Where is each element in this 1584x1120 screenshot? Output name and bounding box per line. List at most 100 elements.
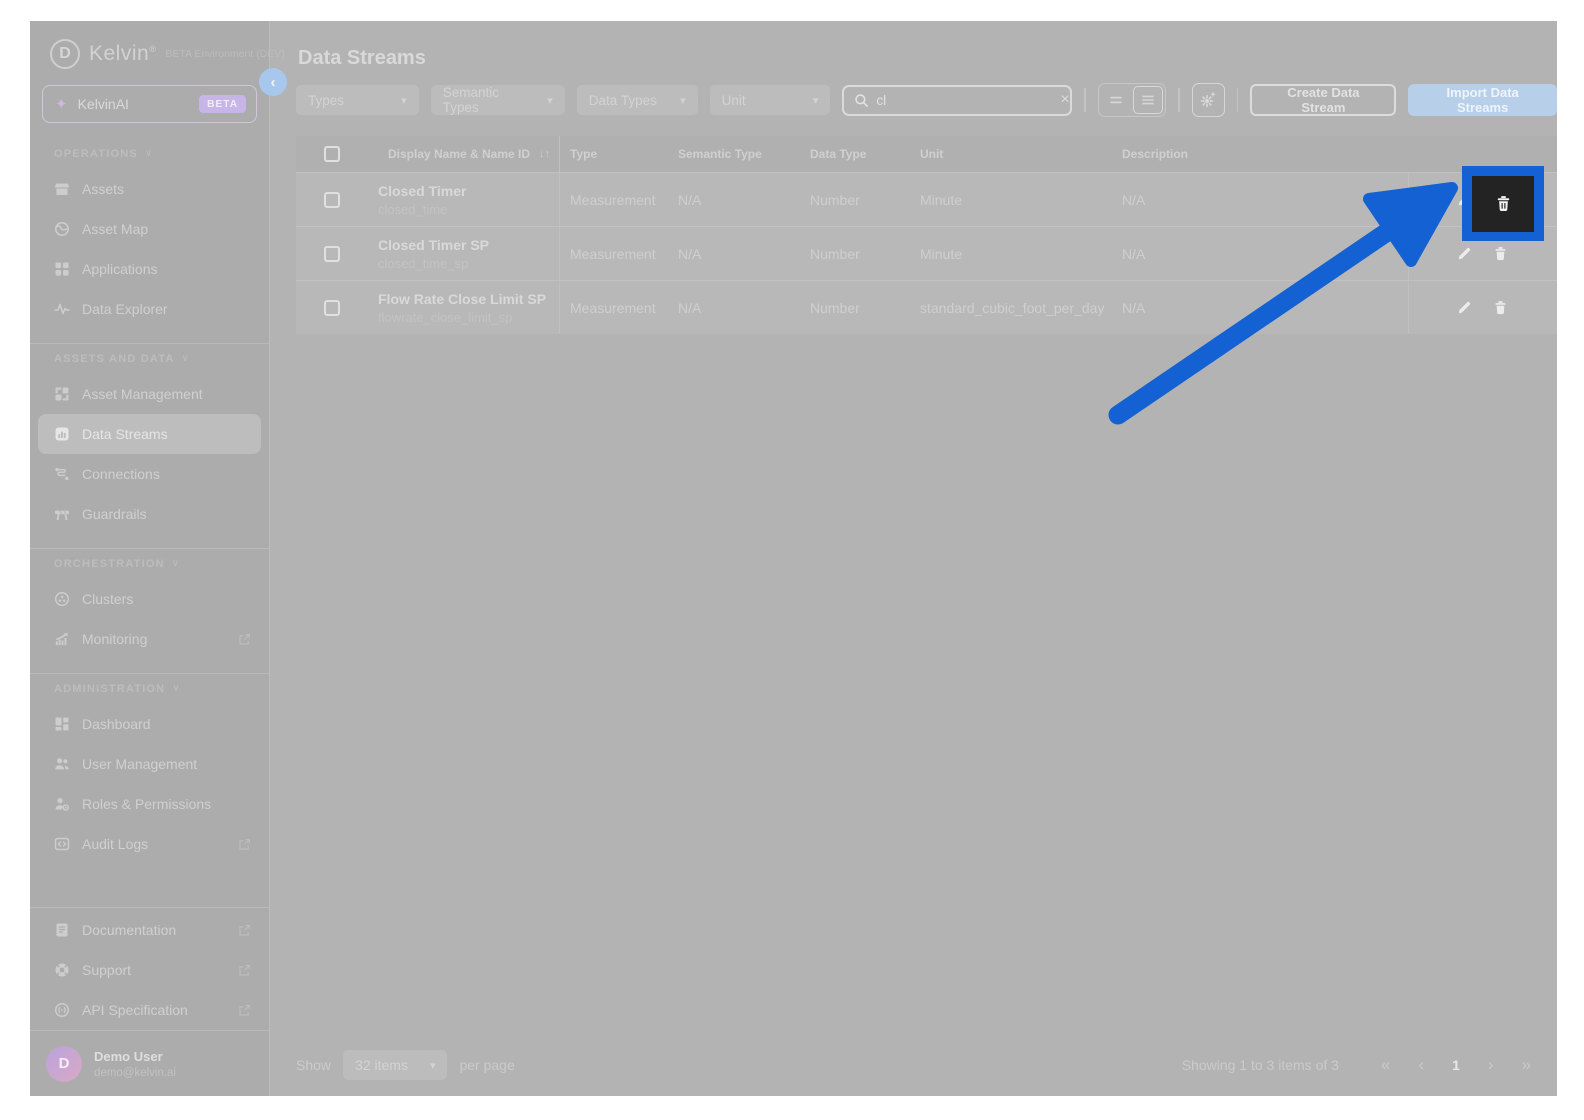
row-checkbox[interactable] (324, 246, 340, 262)
page-title: Data Streams (298, 47, 426, 70)
user-email: demo@kelvin.ai (94, 1067, 176, 1079)
chevron-down-icon: ∨ (172, 549, 181, 579)
globe-icon (54, 221, 70, 237)
external-link-icon (238, 633, 251, 646)
clear-search-icon[interactable]: × (1060, 91, 1069, 109)
filter-semantic-types[interactable]: Semantic Types▾ (431, 85, 565, 115)
sidebar-item-connections[interactable]: Connections (38, 454, 261, 494)
sidebar-item-assets[interactable]: Assets (38, 169, 261, 209)
delete-trash-icon[interactable] (1493, 300, 1509, 316)
caret-down-icon: ▾ (401, 94, 407, 107)
import-data-streams-button[interactable]: Import Data Streams (1408, 84, 1557, 116)
name-id: flowrate_close_limit_sp (378, 310, 560, 325)
previous-page-icon[interactable]: ‹ (1418, 1055, 1424, 1075)
sidebar-item-asset-management[interactable]: Asset Management (38, 374, 261, 414)
brand-name-text: Kelvin (89, 42, 149, 65)
page-size-select[interactable]: 32 items ▾ (343, 1050, 447, 1080)
kelvinai-entry[interactable]: ✦ KelvinAI BETA (42, 85, 257, 123)
table-row[interactable]: Closed Timer SP closed_time_sp Measureme… (296, 226, 1557, 280)
page-size-value: 32 items (355, 1057, 408, 1073)
search-box: × (842, 85, 1072, 116)
data-streams-table: Display Name & Name ID↓↑ Type Semantic T… (296, 136, 1557, 334)
sidebar-item-clusters[interactable]: Clusters (38, 579, 261, 619)
code-box-icon (54, 836, 70, 852)
sidebar-item-applications[interactable]: Applications (38, 249, 261, 289)
edit-pencil-icon[interactable] (1457, 300, 1473, 316)
sidebar-item-dashboard[interactable]: Dashboard (38, 704, 261, 744)
section-label-operations[interactable]: OPERATIONS∨ (30, 139, 269, 169)
sidebar-item-monitoring[interactable]: Monitoring (38, 619, 261, 659)
data-streams-icon (54, 426, 70, 442)
sidebar-item-roles-permissions[interactable]: Roles & Permissions (38, 784, 261, 824)
chevron-down-icon: ∨ (181, 344, 190, 374)
delete-trash-icon[interactable] (1493, 246, 1509, 262)
environment-label: BETA Environment (DEV) (165, 48, 284, 60)
section-label-administration[interactable]: ADMINISTRATION∨ (30, 674, 269, 704)
search-icon (854, 93, 869, 108)
table-header-row: Display Name & Name ID↓↑ Type Semantic T… (296, 136, 1557, 172)
connections-icon (54, 466, 70, 482)
external-link-icon (238, 1004, 251, 1017)
select-all-checkbox[interactable] (324, 146, 340, 162)
sidebar-item-data-explorer[interactable]: Data Explorer (38, 289, 261, 329)
compact-view-button[interactable] (1101, 86, 1131, 114)
cell-type: Measurement (560, 192, 668, 208)
column-header-name[interactable]: Display Name & Name ID (388, 147, 530, 161)
first-page-icon[interactable]: « (1381, 1055, 1390, 1075)
document-icon (54, 922, 70, 938)
sidebar-item-api-specification[interactable]: API Specification (38, 990, 261, 1030)
section-label-text: ASSETS AND DATA (54, 344, 174, 374)
filter-types[interactable]: Types▾ (296, 85, 419, 115)
kelvinai-label: KelvinAI (78, 96, 129, 112)
highlighted-delete-button[interactable] (1472, 176, 1534, 232)
applications-grid-icon (54, 261, 70, 277)
sidebar-item-label: Asset Management (82, 386, 203, 402)
cell-type: Measurement (560, 246, 668, 262)
last-page-icon[interactable]: » (1522, 1055, 1531, 1075)
sidebar-collapse-button[interactable]: ‹ (259, 68, 287, 96)
sidebar-item-data-streams[interactable]: Data Streams (38, 414, 261, 454)
life-ring-icon (54, 962, 70, 978)
app-window: D Kelvin® BETA Environment (DEV) ✦ Kelvi… (30, 21, 1557, 1096)
sidebar-item-label: Data Explorer (82, 301, 168, 317)
filter-label: Semantic Types (443, 85, 538, 115)
sidebar-item-label: Audit Logs (82, 836, 148, 852)
user-profile[interactable]: D Demo User demo@kelvin.ai (30, 1030, 269, 1096)
current-page-number[interactable]: 1 (1452, 1057, 1460, 1073)
sidebar-item-audit-logs[interactable]: Audit Logs (38, 824, 261, 864)
edit-pencil-icon[interactable] (1457, 246, 1473, 262)
dashboard-icon (54, 716, 70, 732)
sidebar-item-label: Connections (82, 466, 160, 482)
sidebar-item-documentation[interactable]: Documentation (38, 910, 261, 950)
sidebar-item-guardrails[interactable]: Guardrails (38, 494, 261, 534)
cell-data-type: Number (800, 246, 910, 262)
list-view-button[interactable] (1133, 86, 1163, 114)
row-checkbox[interactable] (324, 300, 340, 316)
sort-icon[interactable]: ↓↑ (539, 148, 550, 160)
next-page-icon[interactable]: › (1488, 1055, 1494, 1075)
search-input[interactable] (876, 93, 1053, 108)
create-data-stream-button[interactable]: Create Data Stream (1250, 84, 1396, 116)
api-icon (54, 1002, 70, 1018)
sidebar-item-user-management[interactable]: User Management (38, 744, 261, 784)
nav-section-orchestration: ORCHESTRATION∨ Clusters Monitoring (30, 548, 269, 659)
pagination-controls: Showing 1 to 3 items of 3 « ‹ 1 › » (1182, 1055, 1531, 1075)
row-checkbox[interactable] (324, 192, 340, 208)
delete-button-highlight[interactable] (1462, 166, 1544, 241)
section-label-assets-and-data[interactable]: ASSETS AND DATA∨ (30, 344, 269, 374)
filter-data-types[interactable]: Data Types▾ (577, 85, 698, 115)
brand-logo: D Kelvin® BETA Environment (DEV) (30, 21, 269, 75)
toolbar-divider (1084, 88, 1086, 112)
sidebar-item-support[interactable]: Support (38, 950, 261, 990)
chevron-left-icon: ‹ (271, 74, 276, 91)
table-row[interactable]: Flow Rate Close Limit SP flowrate_close_… (296, 280, 1557, 334)
column-header-data-type: Data Type (800, 147, 910, 161)
table-row[interactable]: Closed Timer closed_time Measurement N/A… (296, 172, 1557, 226)
sidebar-item-asset-map[interactable]: Asset Map (38, 209, 261, 249)
filter-unit[interactable]: Unit▾ (710, 85, 831, 115)
cell-unit: Minute (910, 192, 1112, 208)
section-label-orchestration[interactable]: ORCHESTRATION∨ (30, 549, 269, 579)
cell-description: N/A (1112, 246, 1408, 262)
table-settings-gear-icon[interactable] (1192, 83, 1224, 117)
caret-down-icon: ▾ (430, 1059, 436, 1072)
